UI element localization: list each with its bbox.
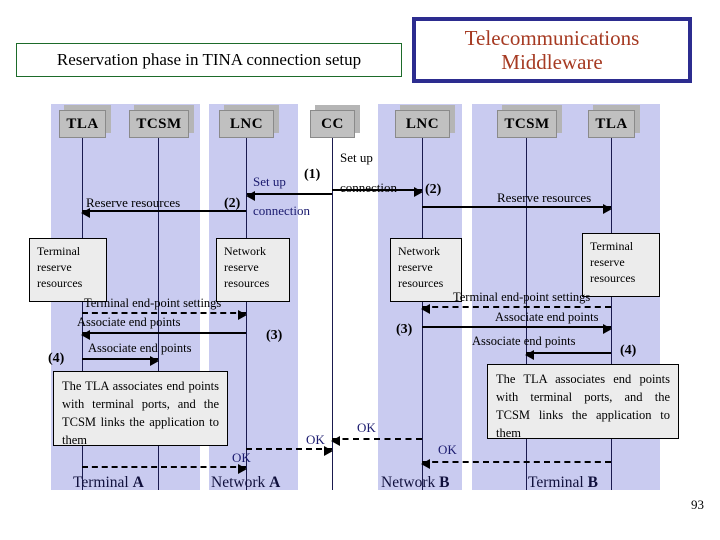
label-associate-endpoints-left-2: Associate end points xyxy=(88,341,192,355)
message-ok-terminal-b xyxy=(421,459,611,469)
domain-label-terminal-a: Terminal A xyxy=(73,474,144,492)
action-line-2: reserve xyxy=(398,260,433,275)
step-label-2-left: (2) xyxy=(224,196,241,211)
lifeline-head-tcsm-b[interactable]: TCSM xyxy=(497,110,557,138)
label-ok-a: OK xyxy=(232,450,251,465)
lifeline-head-label: TCSM xyxy=(136,115,182,132)
step-label-3-left: (3) xyxy=(266,328,283,343)
arrowhead-icon xyxy=(331,436,340,446)
label-associate-endpoints-right-2: Associate end points xyxy=(472,334,576,348)
action-line-3: resources xyxy=(398,276,444,291)
lifeline-head-tcsm-a[interactable]: TCSM xyxy=(129,110,189,138)
lifeline-head-label: TLA xyxy=(595,115,628,132)
label-reserve-resources-right: Reserve resources xyxy=(497,190,592,205)
label-setup-right-1: Set up xyxy=(340,150,373,165)
label-setup-left-1: Set up xyxy=(253,174,286,189)
action-line-3: resources xyxy=(224,276,270,291)
arrowhead-icon xyxy=(421,459,430,469)
slide-subtitle-text: Reservation phase in TINA connection set… xyxy=(56,50,362,69)
message-associate-endpoints-left-1 xyxy=(81,330,246,340)
label-associate-endpoints-right-1: Associate end points xyxy=(495,310,599,324)
message-ok-network-a xyxy=(246,446,333,456)
label-ok-d: OK xyxy=(438,442,457,457)
action-line-3: resources xyxy=(590,271,636,286)
domain-label-terminal-b: Terminal B xyxy=(528,474,598,492)
brand-title-box: Telecommunications Middleware xyxy=(412,17,692,83)
arrowhead-icon xyxy=(603,324,612,334)
brand-line-2: Middleware xyxy=(501,50,603,74)
arrowhead-icon xyxy=(414,187,423,197)
action-box-network-reserve-b: Network reserve resources xyxy=(390,238,462,302)
action-line-1: Network xyxy=(224,244,266,258)
lifeline-head-tla-b[interactable]: TLA xyxy=(588,110,635,138)
message-endpoint-settings-left xyxy=(82,310,247,320)
lifeline-head-lnc-b[interactable]: LNC xyxy=(395,110,450,138)
lifeline-head-label: LNC xyxy=(229,115,264,132)
step-label-4-right: (4) xyxy=(620,343,637,358)
arrowhead-icon xyxy=(421,304,430,314)
arrowhead-icon xyxy=(150,356,159,366)
label-endpoint-settings-left: Terminal end-point settings xyxy=(84,296,222,310)
arrowhead-icon xyxy=(238,310,247,320)
domain-prefix: Network xyxy=(381,474,440,491)
note-box-right: The TLA associates end points with termi… xyxy=(487,364,679,440)
domain-prefix: Terminal xyxy=(528,474,588,491)
domain-prefix: Terminal xyxy=(73,474,133,491)
lifeline-head-tla-a[interactable]: TLA xyxy=(59,110,106,138)
action-box-terminal-reserve-b: Terminal reserve resources xyxy=(582,233,660,297)
action-line-2: reserve xyxy=(224,260,259,275)
action-line-1: Terminal xyxy=(37,244,81,258)
slide-subtitle-box: Reservation phase in TINA connection set… xyxy=(16,43,402,77)
label-setup-right-2: connection xyxy=(340,180,398,195)
brand-line-1: Telecommunications xyxy=(464,25,640,50)
lifeline-head-lnc-a[interactable]: LNC xyxy=(219,110,274,138)
arrowhead-icon xyxy=(603,204,612,214)
action-line-3: resources xyxy=(37,276,83,291)
lifeline-head-label: LNC xyxy=(405,115,440,132)
action-line-1: Network xyxy=(398,244,440,258)
label-reserve-resources-left: Reserve resources xyxy=(86,195,181,210)
domain-suffix: B xyxy=(439,474,450,491)
domain-suffix: A xyxy=(269,474,281,491)
step-label-1: (1) xyxy=(304,167,321,182)
step-label-4-left: (4) xyxy=(48,351,65,366)
label-ok-c: OK xyxy=(357,420,376,435)
lifeline-head-label: TCSM xyxy=(504,115,550,132)
domain-prefix: Network xyxy=(211,474,270,491)
message-ok-terminal-a xyxy=(82,464,247,474)
message-associate-endpoints-right-2 xyxy=(525,350,611,360)
action-line-1: Terminal xyxy=(590,239,634,253)
arrowhead-icon xyxy=(81,330,90,340)
step-label-3-right: (3) xyxy=(396,322,413,337)
arrowhead-icon xyxy=(525,350,534,360)
lifeline-head-label: TLA xyxy=(66,115,99,132)
label-endpoint-settings-right: Terminal end-point settings xyxy=(453,290,591,304)
arrowhead-icon xyxy=(324,446,333,456)
domain-label-network-b: Network B xyxy=(381,474,449,492)
message-reserve-resources-right xyxy=(422,204,612,214)
action-box-terminal-reserve-a: Terminal reserve resources xyxy=(29,238,107,302)
action-box-network-reserve-a: Network reserve resources xyxy=(216,238,290,302)
arrowhead-icon xyxy=(246,191,255,201)
step-label-2-right: (2) xyxy=(425,182,442,197)
domain-suffix: A xyxy=(132,474,144,491)
message-ok-cc xyxy=(331,436,422,446)
page-number: 93 xyxy=(691,497,704,512)
domain-suffix: B xyxy=(587,474,598,491)
label-ok-b: OK xyxy=(306,432,325,447)
label-associate-endpoints-left-1: Associate end points xyxy=(77,315,181,329)
message-associate-endpoints-right-1 xyxy=(422,324,612,334)
lifeline-head-label: CC xyxy=(321,115,344,132)
label-setup-left-2: connection xyxy=(253,203,311,218)
message-associate-endpoints-left-2 xyxy=(82,356,159,366)
note-box-left: The TLA associates end points with termi… xyxy=(53,371,228,447)
lifeline-head-cc[interactable]: CC xyxy=(310,110,355,138)
message-endpoint-settings-right xyxy=(421,304,611,314)
domain-label-network-a: Network A xyxy=(211,474,280,492)
action-line-2: reserve xyxy=(37,260,72,275)
message-setup-connection-left xyxy=(246,191,332,201)
action-line-2: reserve xyxy=(590,255,625,270)
